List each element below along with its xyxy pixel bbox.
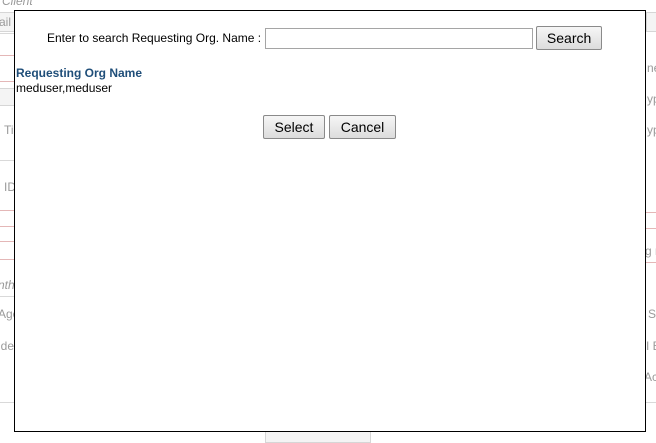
- bg-gn-label: g n: [645, 244, 656, 258]
- bg-gender-label: ide: [0, 339, 15, 353]
- bg-month-label: nth: [0, 278, 15, 292]
- bg-type-label-2: yp: [647, 123, 656, 137]
- bg-ti-label: Ti: [4, 123, 14, 137]
- bg-type-label: yp: [647, 92, 656, 106]
- results-list: Requesting Org Name meduser,meduser: [16, 66, 142, 96]
- action-row: Select Cancel: [263, 115, 396, 139]
- bg-ie-label: I E: [646, 339, 656, 353]
- search-org-dialog: Enter to search Requesting Org. Name : S…: [14, 10, 646, 432]
- bg-divider: [646, 228, 656, 229]
- bg-divider: [0, 160, 14, 161]
- bg-divider: [646, 402, 656, 403]
- bg-tab: [646, 12, 656, 32]
- bg-s-label: S: [648, 307, 656, 321]
- bg-divider: [0, 296, 14, 297]
- bg-divider: [0, 55, 14, 56]
- column-header-requesting-org-name: Requesting Org Name: [16, 66, 143, 80]
- bg-divider: [646, 262, 656, 263]
- search-label: Enter to search Requesting Org. Name :: [47, 31, 262, 45]
- result-item[interactable]: meduser,meduser: [16, 80, 142, 96]
- bg-client-label: Client: [2, 0, 33, 8]
- bg-divider: [0, 259, 14, 260]
- bg-divider: [0, 402, 14, 403]
- search-button[interactable]: Search: [536, 26, 603, 50]
- search-row: Enter to search Requesting Org. Name : S…: [47, 26, 603, 50]
- bg-divider: [0, 226, 14, 227]
- bg-mail-label: ail: [0, 15, 12, 29]
- bg-ne-label: ne: [647, 61, 656, 75]
- bg-button-edge: [265, 431, 371, 443]
- bg-divider: [0, 241, 14, 242]
- cancel-button[interactable]: Cancel: [329, 115, 396, 139]
- bg-divider: [0, 210, 14, 211]
- bg-divider: [0, 81, 14, 82]
- bg-divider: [646, 212, 656, 213]
- select-button[interactable]: Select: [263, 115, 325, 139]
- search-input[interactable]: [265, 27, 534, 49]
- bg-divider: [0, 33, 14, 34]
